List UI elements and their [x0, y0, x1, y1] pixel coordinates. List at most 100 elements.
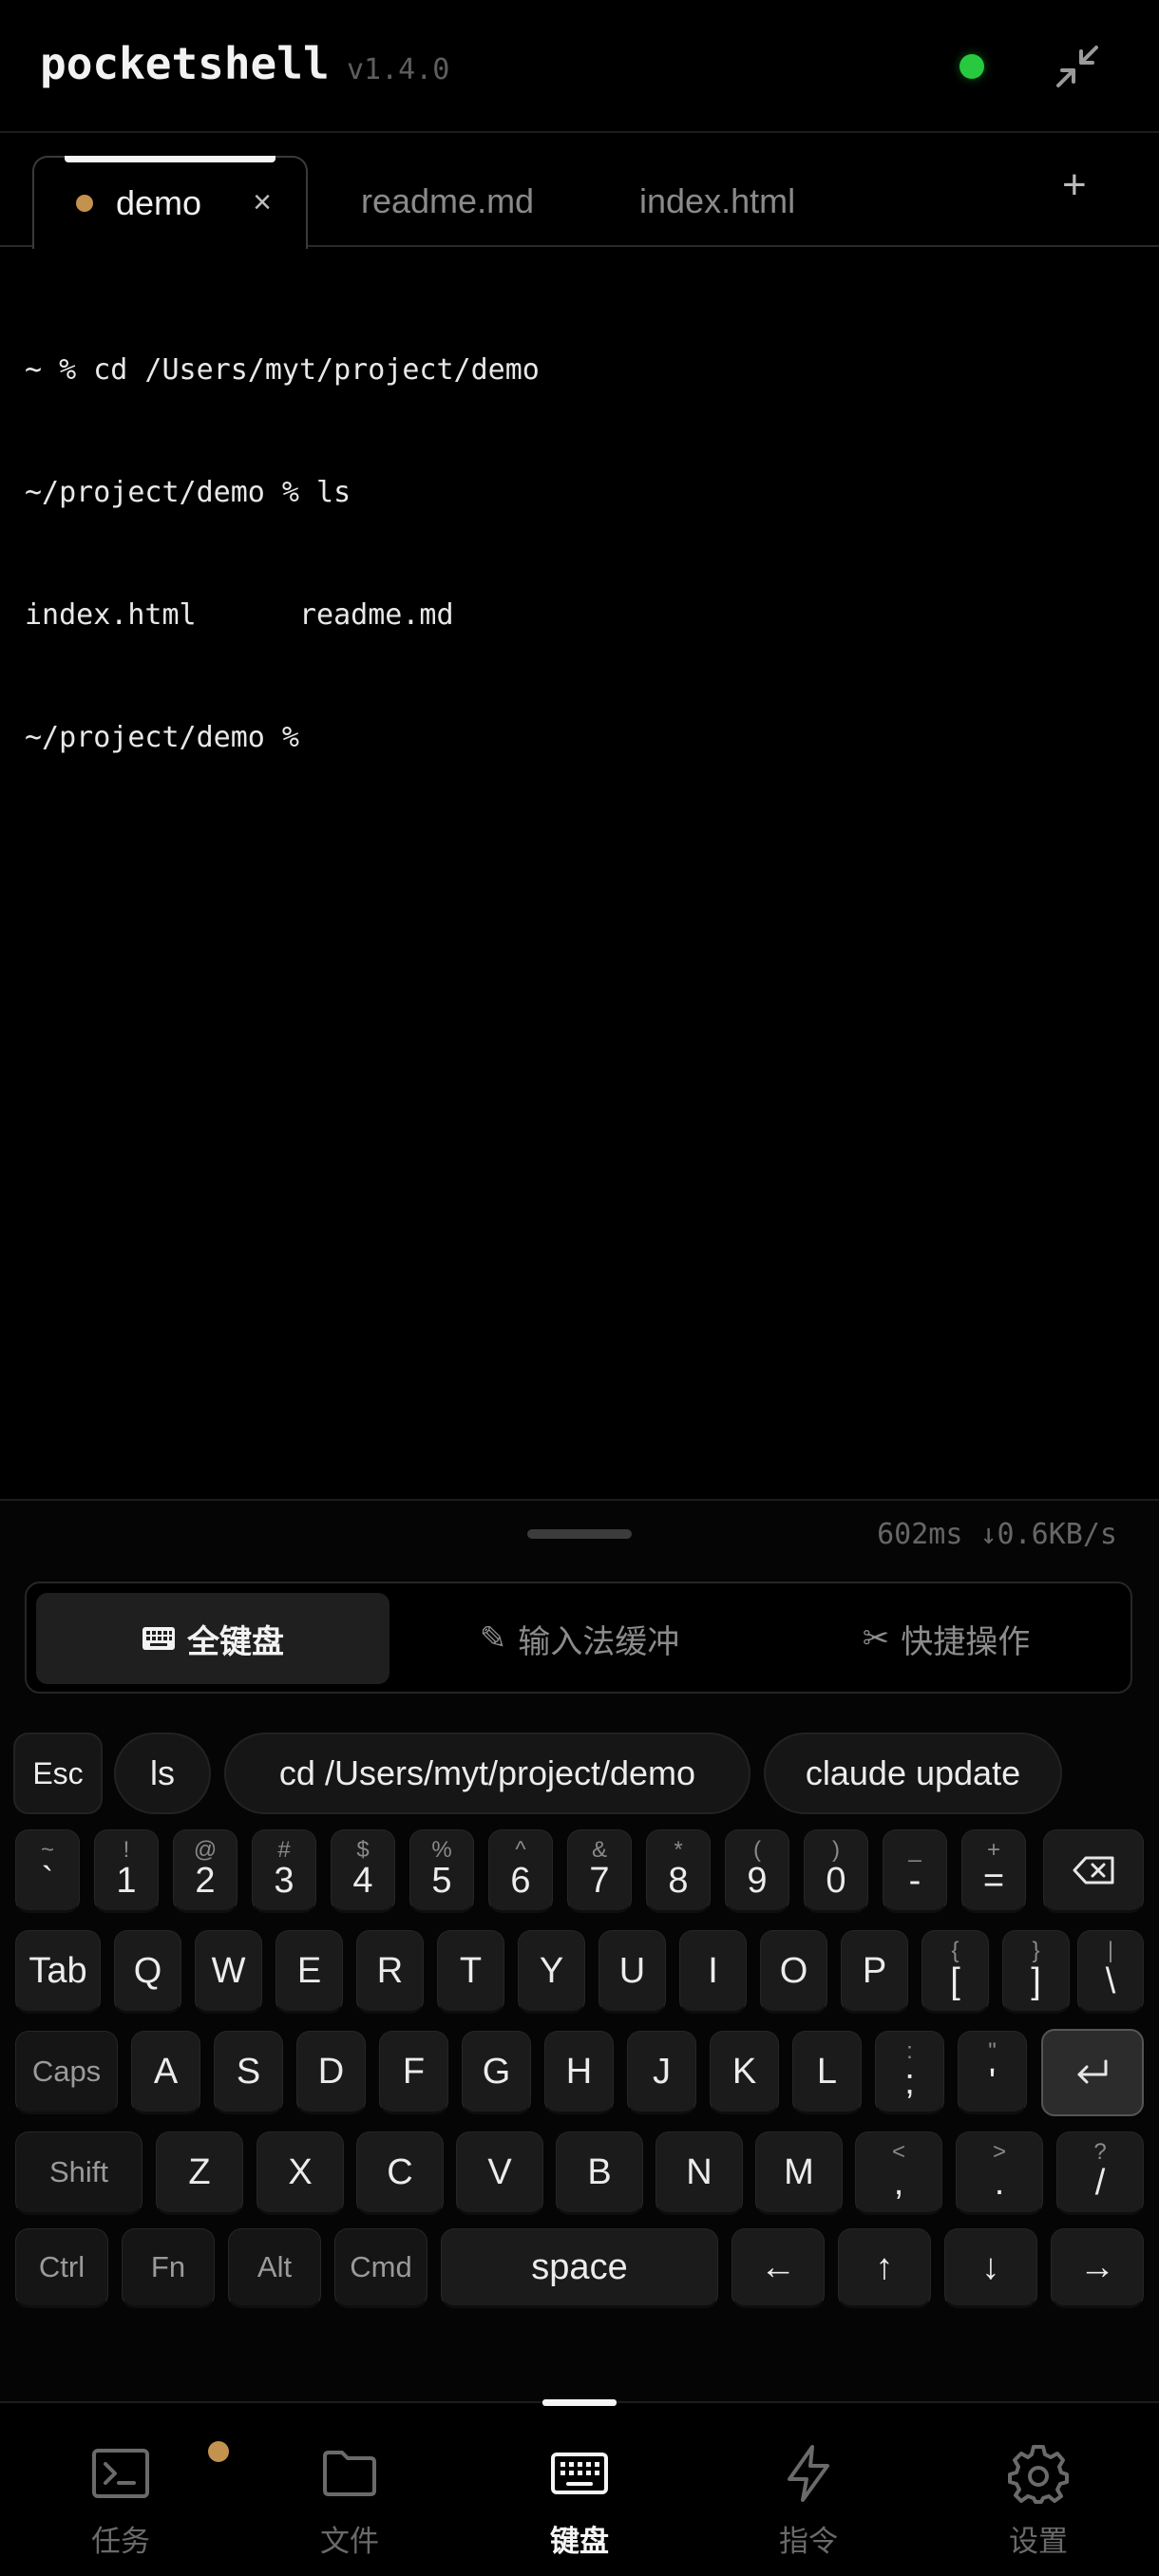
nav-settings[interactable]: 设置 [943, 2403, 1133, 2576]
key-r[interactable]: R [356, 1930, 424, 2014]
key-arrow-left[interactable]: ← [732, 2228, 825, 2308]
tab-demo[interactable]: demo × [32, 156, 308, 249]
key-ctrl[interactable]: Ctrl [15, 2228, 108, 2308]
nav-label: 键盘 [550, 2525, 609, 2558]
key-v[interactable]: V [456, 2131, 543, 2215]
key-shift[interactable]: Shift [15, 2131, 142, 2215]
key-d[interactable]: D [296, 2031, 366, 2114]
panel-drag-handle[interactable] [527, 1529, 632, 1539]
key-alt[interactable]: Alt [228, 2228, 321, 2308]
key-backspace[interactable] [1043, 1829, 1144, 1913]
key-cmd[interactable]: Cmd [334, 2228, 428, 2308]
key-space[interactable]: space [441, 2228, 718, 2308]
key-g[interactable]: G [462, 2031, 531, 2114]
key-j[interactable]: J [627, 2031, 696, 2114]
shortcut-esc[interactable]: Esc [13, 1733, 103, 1814]
shortcut-cd-demo[interactable]: cd /Users/myt/project/demo [224, 1733, 750, 1814]
terminal-line: ~ % cd /Users/myt/project/demo [25, 353, 540, 387]
key-0[interactable]: ) 0 [804, 1829, 868, 1913]
mode-full-keyboard[interactable]: 全键盘 [36, 1593, 390, 1684]
tab-label: demo [116, 183, 202, 222]
app-header: pocketshell v1.4.0 [0, 0, 1159, 133]
key-8[interactable]: * 8 [646, 1829, 711, 1913]
key-minus[interactable]: _ - [883, 1829, 947, 1913]
key-semicolon[interactable]: :; [875, 2031, 944, 2114]
tab-readme[interactable]: readme.md [361, 156, 534, 247]
key-h[interactable]: H [544, 2031, 614, 2114]
terminal-output[interactable]: ~ % cd /Users/myt/project/demo ~/project… [25, 268, 1136, 799]
key-w[interactable]: W [195, 1930, 262, 2014]
nav-keyboard[interactable]: 键盘 [484, 2403, 674, 2576]
key-f[interactable]: F [379, 2031, 448, 2114]
key-5[interactable]: % 5 [409, 1829, 474, 1913]
key-t[interactable]: T [437, 1930, 504, 2014]
key-s[interactable]: S [214, 2031, 283, 2114]
gear-icon [1008, 2445, 1069, 2504]
key-close-bracket[interactable]: }] [1002, 1930, 1070, 2014]
shortcut-ls[interactable]: ls [114, 1733, 211, 1814]
key-backslash[interactable]: | \ [1077, 1930, 1144, 2014]
key-x[interactable]: X [256, 2131, 344, 2215]
key-tab[interactable]: Tab [15, 1930, 101, 2014]
key-9[interactable]: (9 [725, 1829, 789, 1913]
key-comma[interactable]: <, [855, 2131, 942, 2215]
nav-label: 设置 [1009, 2525, 1068, 2558]
mode-label: 全键盘 [187, 1623, 284, 1660]
nav-tasks[interactable]: 任务 [26, 2403, 229, 2576]
notification-badge-icon [208, 2441, 229, 2462]
input-mode-switcher: 全键盘 ✎ 输入法缓冲 ✂ 快捷操作 [25, 1582, 1132, 1694]
lightning-icon [788, 2445, 829, 2502]
key-p[interactable]: P [841, 1930, 908, 2014]
key-u[interactable]: U [598, 1930, 666, 2014]
terminal-icon [92, 2449, 149, 2498]
key-b[interactable]: B [556, 2131, 643, 2215]
close-tab-icon[interactable]: × [253, 184, 272, 221]
key-fn[interactable]: Fn [122, 2228, 215, 2308]
mode-ime-buffer[interactable]: ✎ 输入法缓冲 [403, 1593, 756, 1684]
key-k[interactable]: K [710, 2031, 779, 2114]
backspace-icon [1073, 1856, 1114, 1885]
terminal-line: ~/project/demo % [25, 721, 299, 754]
key-arrow-right[interactable]: → [1051, 2228, 1144, 2308]
key-y[interactable]: Y [518, 1930, 585, 2014]
key-2[interactable]: @2 [173, 1829, 238, 1913]
nav-files[interactable]: 文件 [255, 2403, 445, 2576]
key-1[interactable]: ! 1 [94, 1829, 159, 1913]
key-3[interactable]: #3 [252, 1829, 316, 1913]
mode-label: 快捷操作 [901, 1623, 1031, 1660]
keyboard-icon [142, 1627, 175, 1650]
tab-bar: demo × readme.md index.html + [0, 133, 1159, 249]
key-c[interactable]: C [356, 2131, 444, 2215]
key-o[interactable]: O [760, 1930, 827, 2014]
key-i[interactable]: I [679, 1930, 747, 2014]
key-q[interactable]: Q [114, 1930, 181, 2014]
add-tab-button[interactable]: + [1062, 161, 1087, 209]
tab-index[interactable]: index.html [639, 156, 795, 247]
key-arrow-down[interactable]: ↓ [944, 2228, 1037, 2308]
key-enter[interactable] [1041, 2029, 1144, 2116]
key-period[interactable]: >. [956, 2131, 1043, 2215]
terminal-line: ~/project/demo % ls [25, 476, 352, 509]
nav-label: 任务 [91, 2525, 150, 2558]
key-slash[interactable]: ? / [1056, 2131, 1144, 2215]
shortcut-claude-update[interactable]: claude update [764, 1733, 1062, 1814]
key-4[interactable]: $4 [331, 1829, 395, 1913]
key-n[interactable]: N [656, 2131, 743, 2215]
key-quote[interactable]: " ' [958, 2031, 1027, 2114]
nav-commands[interactable]: 指令 [713, 2403, 903, 2576]
key-7[interactable]: & 7 [567, 1829, 632, 1913]
key-6[interactable]: ^ 6 [488, 1829, 553, 1913]
key-e[interactable]: E [276, 1930, 343, 2014]
mode-quick-actions[interactable]: ✂ 快捷操作 [770, 1593, 1123, 1684]
key-backtick[interactable]: ~ ` [15, 1829, 80, 1913]
key-equals[interactable]: + = [961, 1829, 1026, 1913]
app-version: v1.4.0 [347, 53, 450, 86]
collapse-icon[interactable] [1053, 42, 1102, 91]
key-a[interactable]: A [131, 2031, 200, 2114]
key-z[interactable]: Z [156, 2131, 243, 2215]
key-arrow-up[interactable]: ↑ [838, 2228, 931, 2308]
key-open-bracket[interactable]: {[ [922, 1930, 989, 2014]
key-m[interactable]: M [755, 2131, 843, 2215]
key-l[interactable]: L [792, 2031, 862, 2114]
key-caps[interactable]: Caps [15, 2031, 118, 2114]
